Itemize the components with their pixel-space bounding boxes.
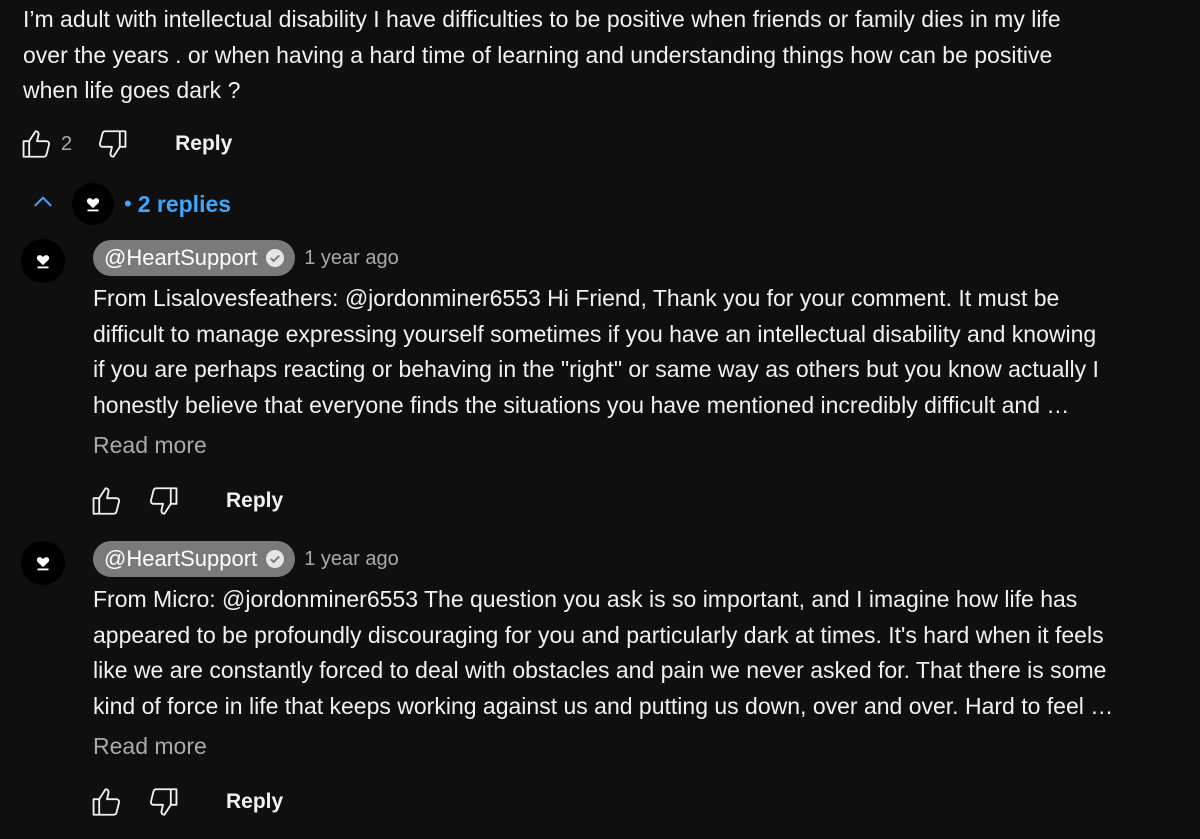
thumbs-down-icon[interactable]	[145, 483, 181, 519]
heart-icon	[36, 557, 50, 571]
heart-icon	[36, 255, 50, 269]
thumbs-up-icon[interactable]	[19, 126, 55, 162]
replies-count-label: 2 replies	[137, 190, 232, 217]
author-chip[interactable]: @HeartSupport	[93, 240, 296, 276]
author-chip[interactable]: @HeartSupport	[93, 541, 296, 577]
reply-actions: Reply	[89, 481, 283, 521]
comment-thread: I’m adult with intellectual disability I…	[0, 0, 1200, 839]
replies-toggle[interactable]: • 2 replies	[30, 183, 231, 225]
thumbs-down-icon[interactable]	[94, 126, 130, 162]
author-name: @HeartSupport	[104, 245, 258, 270]
heart-icon	[86, 198, 100, 212]
reply-button[interactable]: Reply	[226, 489, 283, 513]
timestamp[interactable]: 1 year ago	[304, 548, 399, 571]
reply-button[interactable]: Reply	[226, 790, 283, 814]
thumbs-up-icon[interactable]	[89, 784, 125, 820]
verified-check-icon	[266, 249, 285, 267]
timestamp[interactable]: 1 year ago	[304, 247, 399, 270]
chevron-up-icon	[30, 189, 56, 220]
avatar[interactable]	[21, 541, 65, 585]
reply-actions: Reply	[89, 782, 283, 822]
reply-header: @HeartSupport 1 year ago	[93, 239, 399, 277]
reply-text: From Lisalovesfeathers: @jordonminer6553…	[93, 285, 1099, 418]
read-more-link[interactable]: Read more	[93, 432, 207, 459]
comment-text: I’m adult with intellectual disability I…	[23, 6, 1061, 103]
author-name: @HeartSupport	[104, 546, 258, 571]
read-more-link[interactable]: Read more	[93, 733, 207, 760]
comment-actions: 2 Reply	[19, 124, 232, 164]
reply-button[interactable]: Reply	[175, 132, 232, 156]
like-count: 2	[61, 132, 73, 155]
separator-dot: •	[124, 191, 132, 216]
thumbs-up-icon[interactable]	[89, 483, 125, 519]
creator-avatar	[72, 183, 114, 225]
avatar[interactable]	[21, 239, 65, 283]
reply-text: From Micro: @jordonminer6553 The questio…	[93, 586, 1114, 719]
thumbs-down-icon[interactable]	[145, 784, 181, 820]
reply-header: @HeartSupport 1 year ago	[93, 540, 399, 578]
verified-check-icon	[266, 550, 285, 568]
